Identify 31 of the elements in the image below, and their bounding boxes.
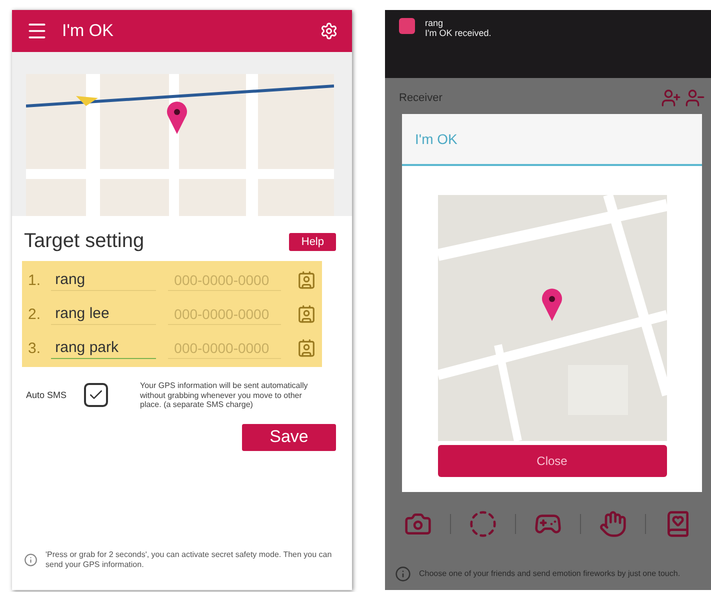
name-field[interactable]: rang lee [51, 303, 156, 325]
save-button[interactable]: Save [242, 424, 336, 451]
auto-sms-checkbox[interactable] [84, 383, 108, 408]
row-number: 3. [28, 340, 42, 356]
name-field[interactable]: rang [51, 269, 156, 291]
add-person-icon[interactable] [661, 88, 681, 108]
app-title: I'm OK [62, 21, 114, 41]
dashed-circle-icon[interactable] [469, 510, 497, 538]
info-text: 'Press or grab for 2 seconds', you can activate secret safety mode. Then you can send your GPS information. [46, 550, 333, 570]
dialog-title: I'm OK [402, 114, 702, 166]
hand-icon[interactable] [599, 510, 627, 538]
auto-sms-label: Auto SMS [26, 390, 68, 400]
settings-icon[interactable] [320, 22, 338, 40]
row-number: 1. [28, 272, 42, 288]
contact-book-icon[interactable] [296, 270, 316, 290]
help-button[interactable]: Help [289, 232, 336, 250]
contact-book-icon[interactable] [296, 338, 316, 358]
info-icon [24, 551, 38, 569]
info-text: Choose one of your friends and send emotion fireworks by just one touch. [419, 569, 680, 579]
contact-book-icon[interactable] [296, 304, 316, 324]
row-number: 2. [28, 306, 42, 322]
info-icon [395, 566, 411, 582]
app-icon [399, 18, 415, 34]
remove-person-icon[interactable] [685, 88, 705, 108]
auto-sms-note: Your GPS information will be sent automatically without grabbing whenever you move to other place. (a separate SMS charge) [140, 381, 309, 410]
close-button[interactable]: Close [438, 445, 666, 477]
receiver-label: Receiver [399, 92, 442, 104]
notification-sender: rang [425, 18, 444, 28]
name-field[interactable]: rang park [51, 337, 156, 359]
notification-message: I'm OK received. [425, 28, 492, 38]
section-title: Target setting [24, 230, 144, 253]
